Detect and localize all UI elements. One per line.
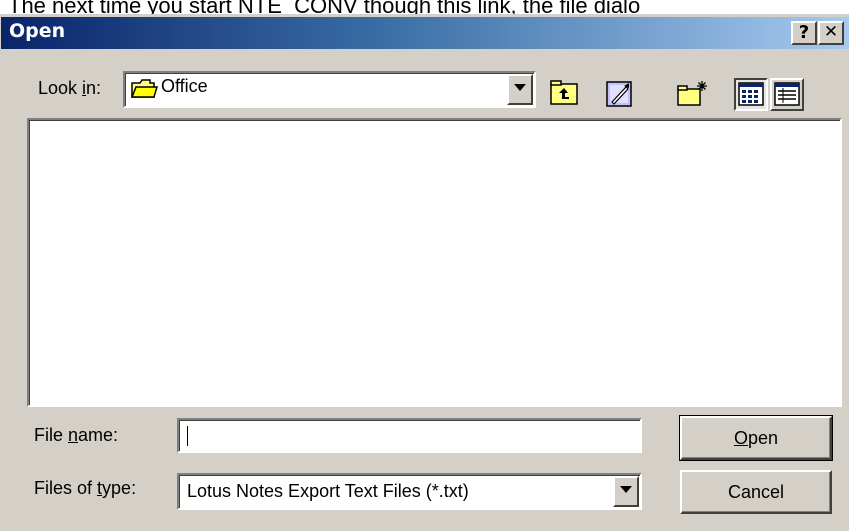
dialog-title: Open [9,20,66,42]
look-in-combo[interactable]: Office [123,71,536,108]
look-in-label: Look in: [38,78,102,98]
open-button[interactable]: Open [679,415,833,461]
cancel-button[interactable]: Cancel [680,470,832,514]
details-view-button[interactable] [770,78,804,111]
files-of-type-label: Files of type: [34,478,137,498]
chevron-down-icon [620,486,632,493]
files-of-type-combo[interactable]: Lotus Notes Export Text Files (*.txt) [177,473,642,510]
help-button[interactable]: ? [791,21,817,45]
folder-icon [130,78,159,105]
favorites-button[interactable] [601,77,637,111]
text-caret [187,426,188,446]
new-folder-icon [677,81,707,106]
close-button[interactable]: ✕ [818,21,844,45]
list-view-button[interactable] [734,78,768,111]
files-of-type-dropdown-button[interactable] [613,476,639,507]
details-view-icon [774,82,800,106]
look-in-value: Office [161,76,208,96]
look-in-dropdown-button[interactable] [507,74,533,105]
file-list-pane[interactable] [27,118,842,407]
file-name-input[interactable] [177,418,642,453]
open-dialog: Open ? ✕ Look in: Office File name: File… [0,14,849,531]
desktop-shortcut-icon [606,81,632,107]
files-of-type-value: Lotus Notes Export Text Files (*.txt) [187,481,469,501]
create-new-folder-button[interactable] [673,77,709,111]
up-one-level-icon [550,80,578,105]
file-name-label: File name: [34,425,119,445]
chevron-down-icon [514,84,526,91]
title-bar[interactable]: Open ? ✕ [1,17,849,49]
up-one-level-button[interactable] [546,77,582,111]
list-view-icon [738,82,764,106]
